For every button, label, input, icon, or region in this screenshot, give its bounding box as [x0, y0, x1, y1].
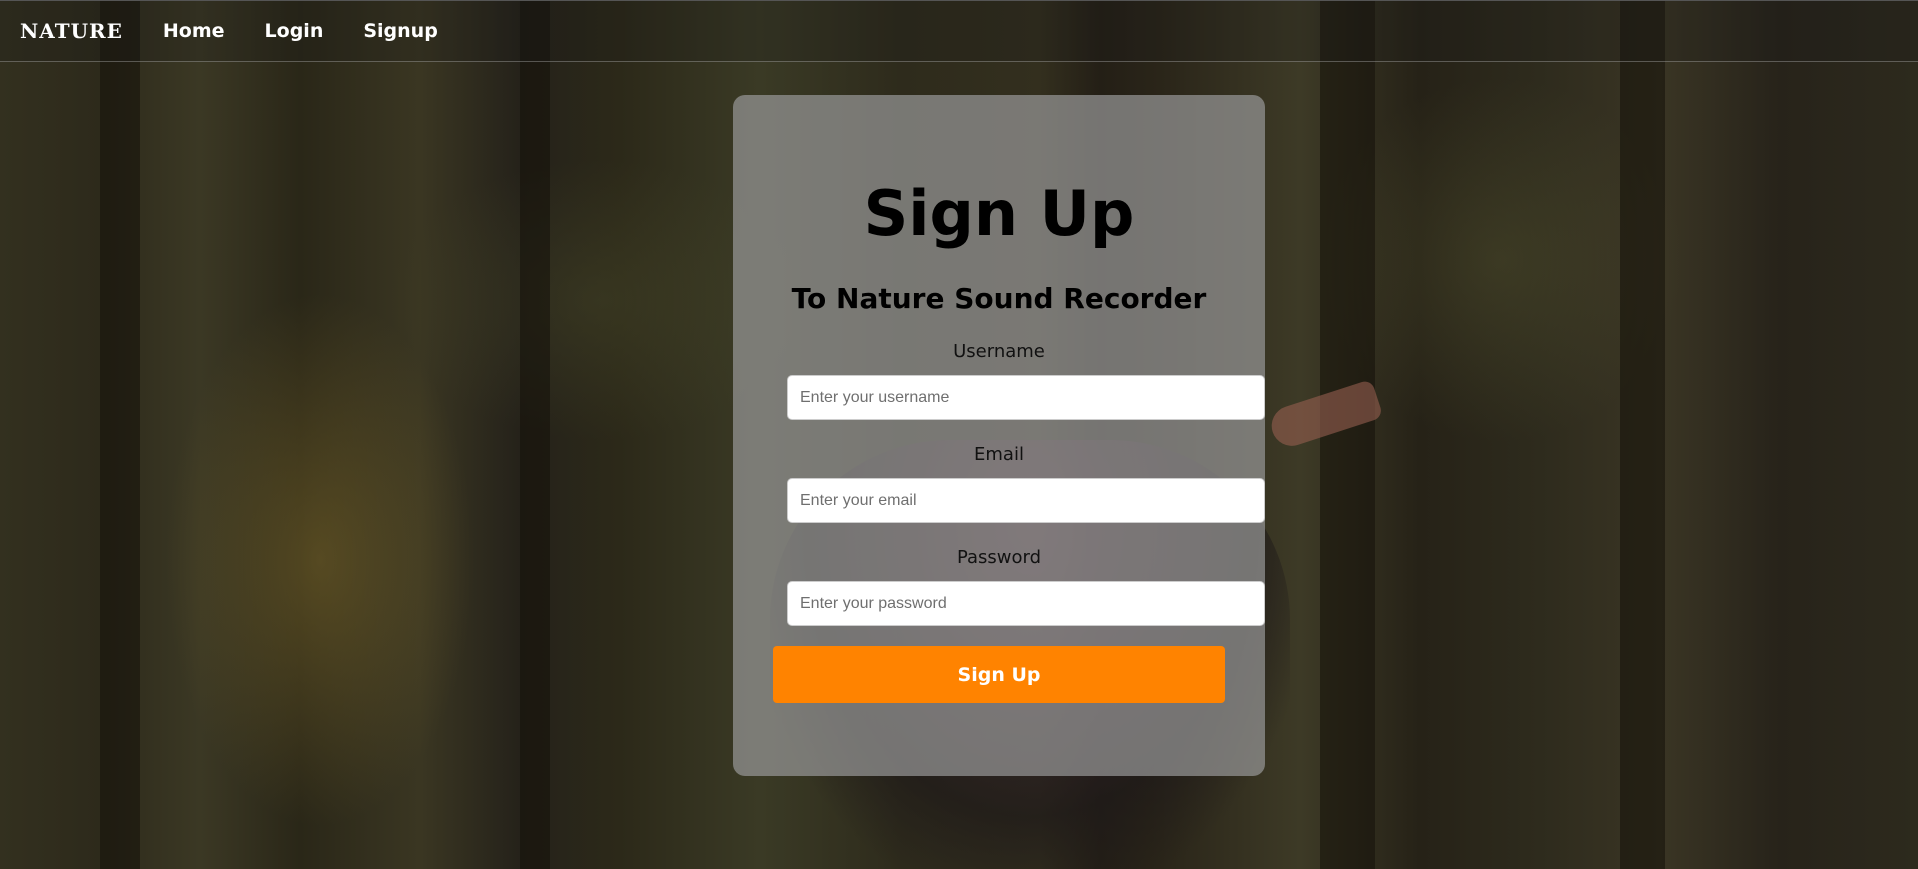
email-label: Email [974, 444, 1024, 465]
page-title: Sign Up [863, 177, 1135, 250]
tree-trunk [1620, 0, 1665, 869]
nav-link-signup[interactable]: Signup [363, 20, 437, 42]
top-navbar: NATURE Home Login Signup [0, 0, 1918, 62]
signup-card: Sign Up To Nature Sound Recorder Usernam… [733, 95, 1265, 776]
tree-trunk [520, 0, 550, 869]
brand-logo[interactable]: NATURE [20, 19, 123, 43]
nav-link-login[interactable]: Login [265, 20, 324, 42]
page-subtitle: To Nature Sound Recorder [791, 282, 1207, 315]
password-label: Password [956, 547, 1042, 568]
password-input[interactable] [787, 581, 1265, 626]
nav-link-home[interactable]: Home [163, 20, 225, 42]
username-input[interactable] [787, 375, 1265, 420]
email-input[interactable] [787, 478, 1265, 523]
username-label: Username [953, 341, 1045, 362]
signup-button[interactable]: Sign Up [773, 646, 1225, 703]
tree-trunk [100, 0, 140, 869]
